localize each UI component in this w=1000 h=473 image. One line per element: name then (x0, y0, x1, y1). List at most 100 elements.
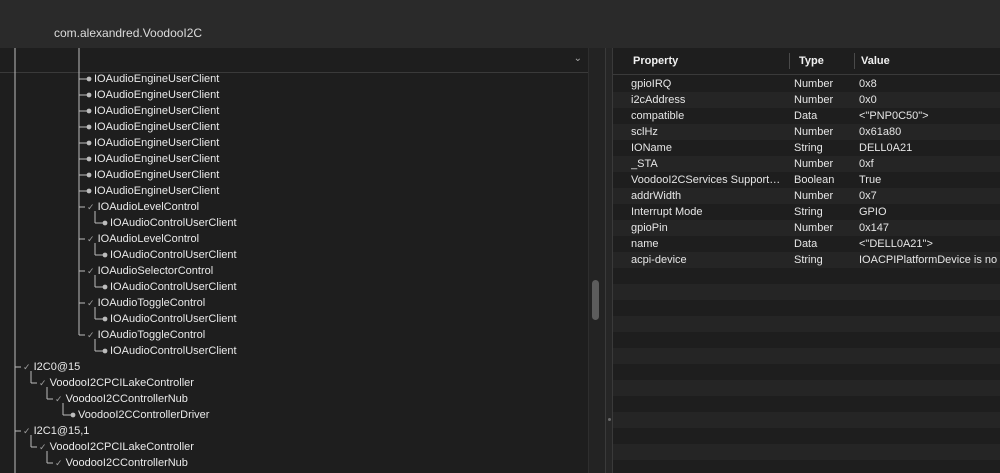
tree-row[interactable]: ✓ IOAudioLevelControl (87, 199, 199, 215)
disclosure-chevron-icon[interactable]: ✓ (87, 330, 95, 340)
tree-row[interactable]: ✓ VoodooI2CControllerNub (55, 391, 188, 407)
disclosure-chevron-icon[interactable]: ✓ (39, 378, 47, 388)
disclosure-chevron-icon[interactable]: ✓ (55, 458, 63, 468)
property-name: acpi-device (631, 254, 687, 266)
tree-scrollbar-thumb[interactable] (592, 280, 599, 320)
tree-row[interactable]: ✓ IOAudioLevelControl (87, 231, 199, 247)
column-separator[interactable] (789, 53, 790, 69)
property-name: Interrupt Mode (631, 206, 703, 218)
property-type: Number (794, 126, 834, 138)
property-type: Number (794, 222, 834, 234)
property-type: Number (794, 190, 834, 202)
property-row[interactable]: sclHz Number 0x61a80 (613, 124, 1000, 140)
properties-pane[interactable]: Property Type Value gpioIRQ Number 0x8 i2cA… (613, 48, 1000, 473)
pane-splitter[interactable] (605, 48, 613, 473)
empty-row (613, 284, 1000, 300)
tree-row-label: IOAudioEngineUserClient (94, 121, 220, 133)
property-name: gpioIRQ (631, 78, 672, 90)
property-row[interactable]: addrWidth Number 0x7 (613, 188, 1000, 204)
tree-row[interactable]: IOAudioControlUserClient (110, 247, 237, 263)
tree-row-label: VoodooI2CControllerNub (65, 457, 188, 469)
disclosure-chevron-icon[interactable]: ✓ (23, 426, 31, 436)
tree-row[interactable]: IOAudioEngineUserClient (94, 103, 219, 119)
node-dot-icon (102, 252, 108, 258)
property-row[interactable]: name Data <"DELL0A21"> (613, 236, 1000, 252)
tree-row[interactable]: IOAudioEngineUserClient (94, 71, 219, 87)
tree-row[interactable]: IOAudioEngineUserClient (94, 135, 219, 151)
tree-row-label: VoodooI2CPCILakeController (49, 441, 194, 453)
property-value: GPIO (859, 206, 887, 218)
empty-row (613, 460, 1000, 473)
property-row[interactable]: gpioPin Number 0x147 (613, 220, 1000, 236)
property-row[interactable]: i2cAddress Number 0x0 (613, 92, 1000, 108)
tree-row[interactable]: ✓ I2C1@15,1 (23, 423, 89, 439)
window-titlebar: com.alexandred.VoodooI2C (0, 0, 1000, 49)
tree-row[interactable]: IOAudioEngineUserClient (94, 119, 219, 135)
tree-row[interactable]: IOAudioControlUserClient (110, 215, 237, 231)
tree-row-label: IOAudioLevelControl (97, 233, 200, 245)
property-name: sclHz (631, 126, 658, 138)
empty-row (613, 396, 1000, 412)
tree-row[interactable]: IOAudioEngineUserClient (94, 167, 219, 183)
tree-row-label: IOAudioEngineUserClient (94, 137, 220, 149)
tree-row[interactable]: VoodooI2CControllerDriver (78, 407, 209, 423)
tree-row[interactable]: ✓ VoodooI2CControllerNub (55, 455, 188, 471)
tree-row[interactable]: IOAudioEngineUserClient (94, 151, 219, 167)
disclosure-chevron-icon[interactable]: ✓ (39, 442, 47, 452)
property-value: 0x0 (859, 94, 877, 106)
tree-row-label: IOAudioControlUserClient (110, 313, 237, 325)
node-dot-icon (86, 172, 92, 178)
tree-row-label: I2C0@15 (33, 361, 81, 373)
property-type: Number (794, 158, 834, 170)
property-value: 0x61a80 (859, 126, 902, 138)
property-row[interactable]: IOName String DELL0A21 (613, 140, 1000, 156)
property-row[interactable]: Interrupt Mode String GPIO (613, 204, 1000, 220)
tree-row[interactable]: IOAudioControlUserClient (110, 311, 237, 327)
tree-row-label: IOAudioControlUserClient (110, 281, 237, 293)
node-dot-icon (86, 76, 92, 82)
splitter-grip-icon[interactable] (608, 418, 611, 421)
tree-row[interactable]: IOAudioControlUserClient (110, 343, 237, 359)
properties-header: Property Type Value (613, 48, 1000, 75)
empty-row (613, 268, 1000, 284)
tree-row[interactable]: IOAudioEngineUserClient (94, 183, 219, 199)
disclosure-chevron-icon[interactable]: ✓ (23, 362, 31, 372)
property-row[interactable]: acpi-device String IOACPIPlatformDevice is… (613, 252, 1000, 268)
registry-tree-pane[interactable]: ⌄ IOAudioEngineUserClient IOAudioEngineUs… (0, 48, 605, 473)
property-value: IOACPIPlatformDevice is no (859, 254, 998, 266)
tree-row[interactable]: ✓ IOAudioToggleControl (87, 295, 205, 311)
disclosure-chevron-icon[interactable]: ✓ (87, 298, 95, 308)
disclosure-chevron-icon[interactable]: ✓ (87, 202, 95, 212)
node-dot-icon (86, 156, 92, 162)
property-row[interactable]: compatible Data <"PNP0C50"> (613, 108, 1000, 124)
tree-row[interactable]: ✓ I2C0@15 (23, 359, 80, 375)
node-dot-icon (102, 220, 108, 226)
column-header-value[interactable]: Value (861, 48, 890, 74)
property-name: addrWidth (631, 190, 682, 202)
tree-row[interactable]: IOAudioControlUserClient (110, 279, 237, 295)
property-type: Data (794, 110, 818, 122)
property-type: Number (794, 78, 834, 90)
empty-row (613, 300, 1000, 316)
disclosure-chevron-icon[interactable]: ✓ (55, 394, 63, 404)
tree-row[interactable]: ✓ VoodooI2CPCILakeController (39, 375, 194, 391)
column-separator[interactable] (854, 53, 855, 69)
tree-scrollbar-track[interactable] (588, 48, 605, 473)
property-row[interactable]: _STA Number 0xf (613, 156, 1000, 172)
property-name: i2cAddress (631, 94, 686, 106)
tree-row[interactable]: ✓ IOAudioSelectorControl (87, 263, 213, 279)
disclosure-chevron-icon[interactable]: ✓ (87, 234, 95, 244)
property-value: 0x147 (859, 222, 889, 234)
property-row[interactable]: VoodooI2CServices Support… Boolean True (613, 172, 1000, 188)
tree-row-label: IOAudioControlUserClient (110, 345, 237, 357)
property-value: True (859, 174, 882, 186)
property-value: <"DELL0A21"> (859, 238, 933, 250)
property-row[interactable]: gpioIRQ Number 0x8 (613, 76, 1000, 92)
column-header-property[interactable]: Property (633, 48, 678, 74)
property-value: 0xf (859, 158, 874, 170)
disclosure-chevron-icon[interactable]: ✓ (87, 266, 95, 276)
tree-row[interactable]: IOAudioEngineUserClient (94, 87, 219, 103)
tree-row[interactable]: ✓ VoodooI2CPCILakeController (39, 439, 194, 455)
column-header-type[interactable]: Type (799, 48, 824, 74)
tree-row[interactable]: ✓ IOAudioToggleControl (87, 327, 205, 343)
